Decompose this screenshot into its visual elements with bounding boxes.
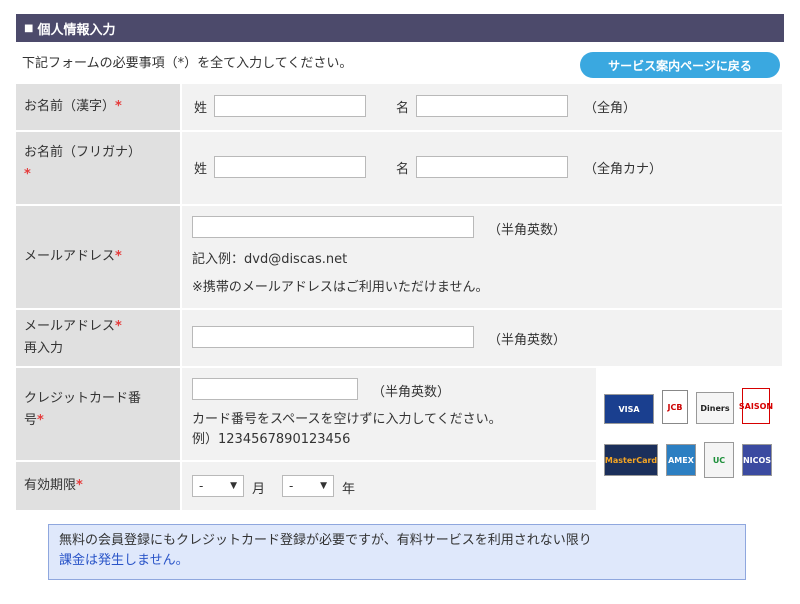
accepted-cards: VISA JCB Diners SAISON MasterCard AMEX U…	[596, 370, 782, 512]
required-mark: *	[24, 167, 31, 182]
required-mark: *	[115, 249, 122, 264]
label-email-confirm: メールアドレス* 再入力	[16, 310, 180, 366]
halfwidth-note: （半角英数）	[488, 223, 567, 238]
label-name-kana: お名前（フリガナ） *	[16, 132, 180, 204]
label-text: 有効期限	[24, 478, 77, 493]
first-name-kanji-input[interactable]	[416, 95, 568, 117]
square-bullet-icon: ■	[24, 22, 34, 34]
row-email: メールアドレス * （半角英数） 記入例：dvd@discas.net ※携帯のメ…	[16, 206, 782, 310]
sei-label: 姓	[194, 101, 208, 116]
sei-label: 姓	[194, 162, 208, 177]
notice-line2: 課金は発生しません。	[59, 553, 189, 568]
label-text: お名前（フリガナ）	[24, 145, 142, 160]
saison-logo-icon: SAISON	[739, 388, 773, 424]
label-text: メールアドレス	[24, 319, 116, 334]
halfwidth-note: （半角英数）	[488, 333, 567, 348]
billing-notice: 無料の会員登録にもクレジットカード登録が必要ですが、有料サービスを利用されない限…	[48, 524, 746, 580]
nicos-logo-icon: NICOS	[742, 444, 772, 476]
email-input[interactable]	[192, 216, 474, 238]
diners-logo-icon: Diners	[696, 392, 734, 424]
row-name-kana: お名前（フリガナ） * 姓 名 （全角カナ）	[16, 132, 782, 206]
label-expiry: 有効期限 *	[16, 462, 180, 510]
label-text-line2: 号	[24, 413, 38, 428]
label-email: メールアドレス *	[16, 206, 180, 308]
first-name-kana-input[interactable]	[416, 156, 568, 178]
required-mark: *	[115, 99, 122, 114]
section-title: 個人情報入力	[37, 22, 116, 38]
value-email: （半角英数） 記入例：dvd@discas.net ※携帯のメールアドレスはご利…	[182, 206, 782, 308]
row-name-kanji: お名前（漢字） * 姓 名 （全角）	[16, 84, 782, 132]
uc-logo-icon: UC	[704, 442, 734, 478]
jcb-logo-icon: JCB	[662, 390, 688, 424]
visa-logo-icon: VISA	[604, 394, 654, 424]
fullwidth-kana-note: （全角カナ）	[584, 162, 663, 177]
label-text-line2: 再入力	[24, 341, 64, 356]
month-unit: 月	[252, 482, 266, 497]
required-mark: *	[115, 319, 122, 334]
value-email-confirm: （半角英数）	[182, 310, 782, 366]
expiry-year-select[interactable]: - ▼	[282, 475, 334, 497]
card-number-example: 例）1234567890123456	[192, 432, 351, 447]
section-header: ■ 個人情報入力	[16, 14, 784, 42]
row-email-confirm: メールアドレス* 再入力 （半角英数）	[16, 310, 782, 368]
label-text: クレジットカード番	[24, 391, 142, 406]
year-unit: 年	[342, 482, 356, 497]
label-text: メールアドレス	[24, 249, 116, 264]
value-name-kanji: 姓 名 （全角）	[182, 84, 782, 130]
required-mark: *	[76, 478, 83, 493]
value-expiry: - ▼ 月 - ▼ 年	[182, 462, 596, 510]
label-text: お名前（漢字）	[24, 99, 116, 114]
amex-logo-icon: AMEX	[666, 444, 696, 476]
label-name-kanji: お名前（漢字） *	[16, 84, 180, 130]
value-name-kana: 姓 名 （全角カナ）	[182, 132, 782, 204]
dropdown-arrow-icon: ▼	[230, 481, 237, 491]
label-card-number: クレジットカード番 号*	[16, 368, 180, 460]
halfwidth-note: （半角英数）	[372, 385, 451, 400]
last-name-kana-input[interactable]	[214, 156, 366, 178]
fullwidth-note: （全角）	[584, 101, 637, 116]
row-card-number: クレジットカード番 号* （半角英数） カード番号をスペースを空けずに入力してく…	[16, 368, 596, 462]
email-confirm-input[interactable]	[192, 326, 474, 348]
form-instructions: 下記フォームの必要事項（*）を全て入力してください。	[22, 56, 353, 71]
back-to-service-button[interactable]: サービス案内ページに戻る	[580, 52, 780, 78]
card-number-input[interactable]	[192, 378, 358, 400]
dropdown-arrow-icon: ▼	[320, 481, 327, 491]
mobile-email-warning: ※携帯のメールアドレスはご利用いただけません。	[192, 280, 489, 295]
email-example: 記入例：dvd@discas.net	[192, 252, 348, 267]
notice-line1: 無料の会員登録にもクレジットカード登録が必要ですが、有料サービスを利用されない限…	[59, 533, 592, 548]
mastercard-logo-icon: MasterCard	[604, 444, 658, 476]
select-value: -	[289, 479, 294, 493]
row-expiry: 有効期限 * - ▼ 月 - ▼ 年	[16, 462, 596, 512]
value-card-number: （半角英数） カード番号をスペースを空けずに入力してください。 例）123456…	[182, 368, 596, 460]
mei-label: 名	[396, 162, 410, 177]
required-mark: *	[37, 413, 44, 428]
last-name-kanji-input[interactable]	[214, 95, 366, 117]
card-number-hint: カード番号をスペースを空けずに入力してください。	[192, 412, 502, 427]
mei-label: 名	[396, 101, 410, 116]
select-value: -	[199, 479, 204, 493]
expiry-month-select[interactable]: - ▼	[192, 475, 244, 497]
